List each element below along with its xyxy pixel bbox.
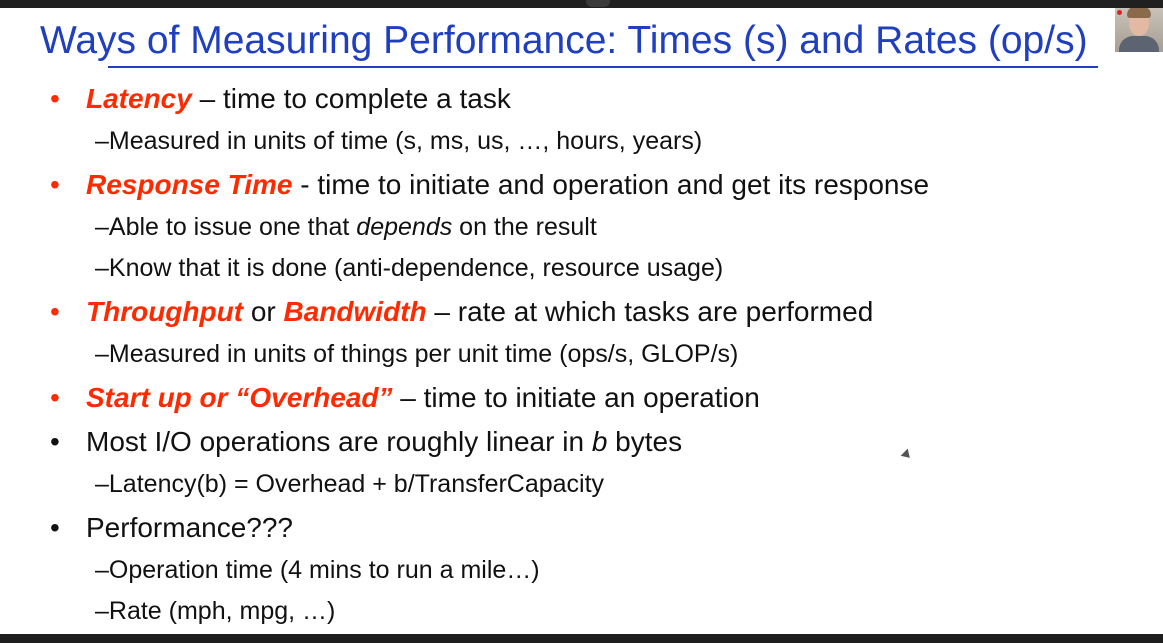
bullet-performance: • Performance??? — [50, 512, 293, 544]
term-response-time: Response Time — [86, 169, 293, 200]
slide-title: Ways of Measuring Performance: Times (s)… — [40, 19, 1088, 62]
mouse-pointer-icon — [900, 448, 914, 462]
bullet-text-post: bytes — [607, 426, 683, 457]
sub-bullet-text: Measured in units of time (s, ms, us, …,… — [108, 127, 703, 155]
term-throughput: Throughput — [86, 296, 244, 327]
dash-icon: – — [95, 127, 109, 155]
sub-bullet-latency-units: – Measured in units of time (s, ms, us, … — [95, 127, 702, 156]
recording-dot-icon — [1117, 10, 1122, 15]
dash-icon: – — [95, 340, 109, 368]
dash-icon: – — [95, 470, 109, 498]
term-latency: Latency — [86, 83, 192, 114]
bullet-icon: • — [50, 382, 60, 413]
bullet-icon: • — [50, 512, 60, 543]
presenter-hair — [1127, 8, 1151, 18]
sub-bullet-text-post: on the result — [452, 213, 597, 241]
webcam-thumbnail — [1115, 8, 1163, 52]
bottom-border — [0, 634, 1163, 643]
bullet-text: – time to initiate an operation — [392, 382, 760, 413]
title-underline — [108, 66, 1098, 68]
dash-icon: – — [95, 556, 109, 584]
sub-bullet-text: Latency(b) = Overhead + b/TransferCapaci… — [108, 470, 605, 498]
bullet-icon: • — [50, 169, 60, 200]
bullet-text: – rate at which tasks are performed — [426, 296, 874, 327]
sub-bullet-throughput-units: – Measured in units of things per unit t… — [95, 340, 738, 369]
bullet-startup: • Start up or “Overhead” – time to initia… — [50, 382, 760, 414]
window-top-handle — [586, 0, 610, 7]
sub-bullet-text-pre: Able to issue one that — [108, 213, 357, 241]
bullet-text-mid: or — [243, 296, 284, 327]
dash-icon: – — [95, 213, 109, 241]
sub-bullet-text: Know that it is done (anti-dependence, r… — [108, 254, 724, 282]
term-startup-overhead: Start up or “Overhead” — [86, 382, 393, 413]
dash-icon: – — [95, 254, 109, 282]
term-bandwidth: Bandwidth — [283, 296, 427, 327]
bullet-io-linear: • Most I/O operations are roughly linear … — [50, 426, 682, 458]
sub-bullet-depends: – Able to issue one that depends on the … — [95, 213, 597, 242]
bullet-icon: • — [50, 426, 60, 457]
bullet-text: – time to complete a task — [191, 83, 511, 114]
sub-bullet-latency-formula: – Latency(b) = Overhead + b/TransferCapa… — [95, 470, 604, 499]
emphasis-b: b — [591, 426, 608, 457]
emphasis-depends: depends — [356, 213, 453, 241]
bullet-text: Performance??? — [86, 512, 294, 543]
slide: Ways of Measuring Performance: Times (s)… — [0, 8, 1163, 634]
sub-bullet-text: Operation time (4 mins to run a mile…) — [108, 556, 540, 584]
sub-bullet-operation-time: – Operation time (4 mins to run a mile…) — [95, 556, 540, 585]
bullet-icon: • — [50, 296, 60, 327]
sub-bullet-text: Rate (mph, mpg, …) — [108, 597, 336, 625]
bullet-throughput: • Throughput or Bandwidth – rate at which… — [50, 296, 873, 328]
presenter-shirt — [1119, 36, 1159, 52]
dash-icon: – — [95, 597, 109, 625]
sub-bullet-text: Measured in units of things per unit tim… — [108, 340, 739, 368]
bullet-response-time: • Response Time - time to initiate and op… — [50, 169, 929, 201]
bullet-latency: • Latency – time to complete a task — [50, 83, 511, 115]
sub-bullet-done: – Know that it is done (anti-dependence,… — [95, 254, 723, 283]
bullet-text: - time to initiate and operation and get… — [292, 169, 930, 200]
bullet-text-pre: Most I/O operations are roughly linear i… — [86, 426, 592, 457]
bullet-icon: • — [50, 83, 60, 114]
sub-bullet-rate: – Rate (mph, mpg, …) — [95, 597, 335, 626]
